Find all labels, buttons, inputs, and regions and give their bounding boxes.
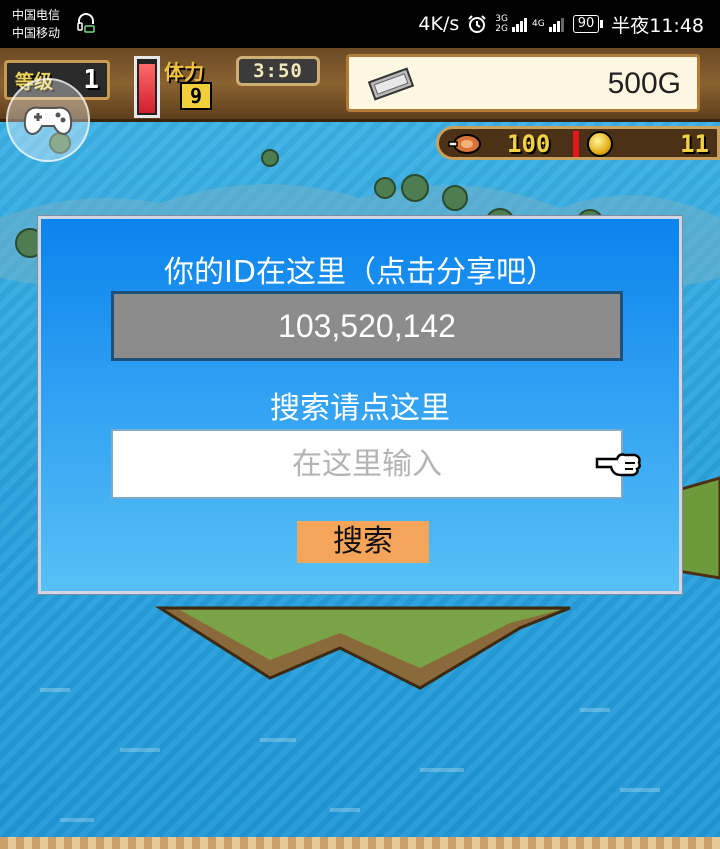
battery-tip [600, 20, 604, 28]
money-panel: 500G [346, 54, 700, 112]
meat-icon [448, 134, 481, 154]
network-2: 2G [495, 24, 508, 34]
money-icon [367, 67, 415, 101]
status-bar: 中国电信 中国移动 4K/s 3G 2G 4G 90 半夜11:48 [0, 0, 720, 48]
user-id-box[interactable]: 103,520,142 [111, 291, 623, 361]
search-button[interactable]: 搜索 [297, 521, 429, 563]
clock: 半夜11:48 [611, 14, 704, 37]
hud-bar: 等级 1 体力 9 3:50 500G [0, 48, 720, 122]
pointer-icon [595, 453, 641, 477]
stamina-fill [139, 63, 155, 113]
carrier-1: 中国电信 [12, 8, 61, 22]
network-labels-a: 3G 2G [495, 14, 508, 34]
coin-value: 11 [680, 130, 709, 158]
search-hint: 搜索请点这里 [270, 391, 450, 426]
network-3: 4G [531, 19, 545, 29]
id-search-dialog: 你的ID在这里（点击分享吧） 103,520,142 搜索请点这里 搜索 [38, 216, 682, 594]
gamepad-glyph [23, 106, 73, 136]
headset-icon [77, 13, 95, 33]
stamina-timer: 3:50 [236, 56, 320, 86]
signal-group: 3G 2G 4G [495, 14, 564, 34]
dialog-title[interactable]: 你的ID在这里（点击分享吧） [41, 247, 679, 291]
stamina-gauge [134, 56, 160, 118]
bottom-border [0, 837, 720, 849]
stamina-label: 体力 [164, 60, 204, 84]
food-gauge [573, 131, 579, 157]
status-right: 4K/s 3G 2G 4G 90 半夜11:48 [418, 0, 704, 48]
food-value: 100 [507, 130, 551, 158]
coin-icon [587, 131, 613, 157]
stamina-value: 9 [180, 82, 212, 110]
network-1: 3G [495, 14, 508, 24]
stamina-panel: 体力 9 [164, 56, 234, 112]
carrier-info: 中国电信 中国移动 [12, 6, 60, 42]
net-speed: 4K/s [418, 13, 460, 35]
gamepad-icon[interactable] [6, 78, 90, 162]
battery-level: 90 [572, 15, 600, 33]
signal-icon-2 [548, 18, 564, 32]
signal-icon [511, 18, 527, 32]
alarm-icon [468, 15, 486, 33]
resource-bar: 100 11 [436, 126, 720, 160]
search-input[interactable] [111, 429, 623, 499]
money-value: 500G [607, 67, 681, 100]
battery-indicator: 90 [572, 15, 604, 33]
carrier-2: 中国移动 [12, 26, 61, 40]
